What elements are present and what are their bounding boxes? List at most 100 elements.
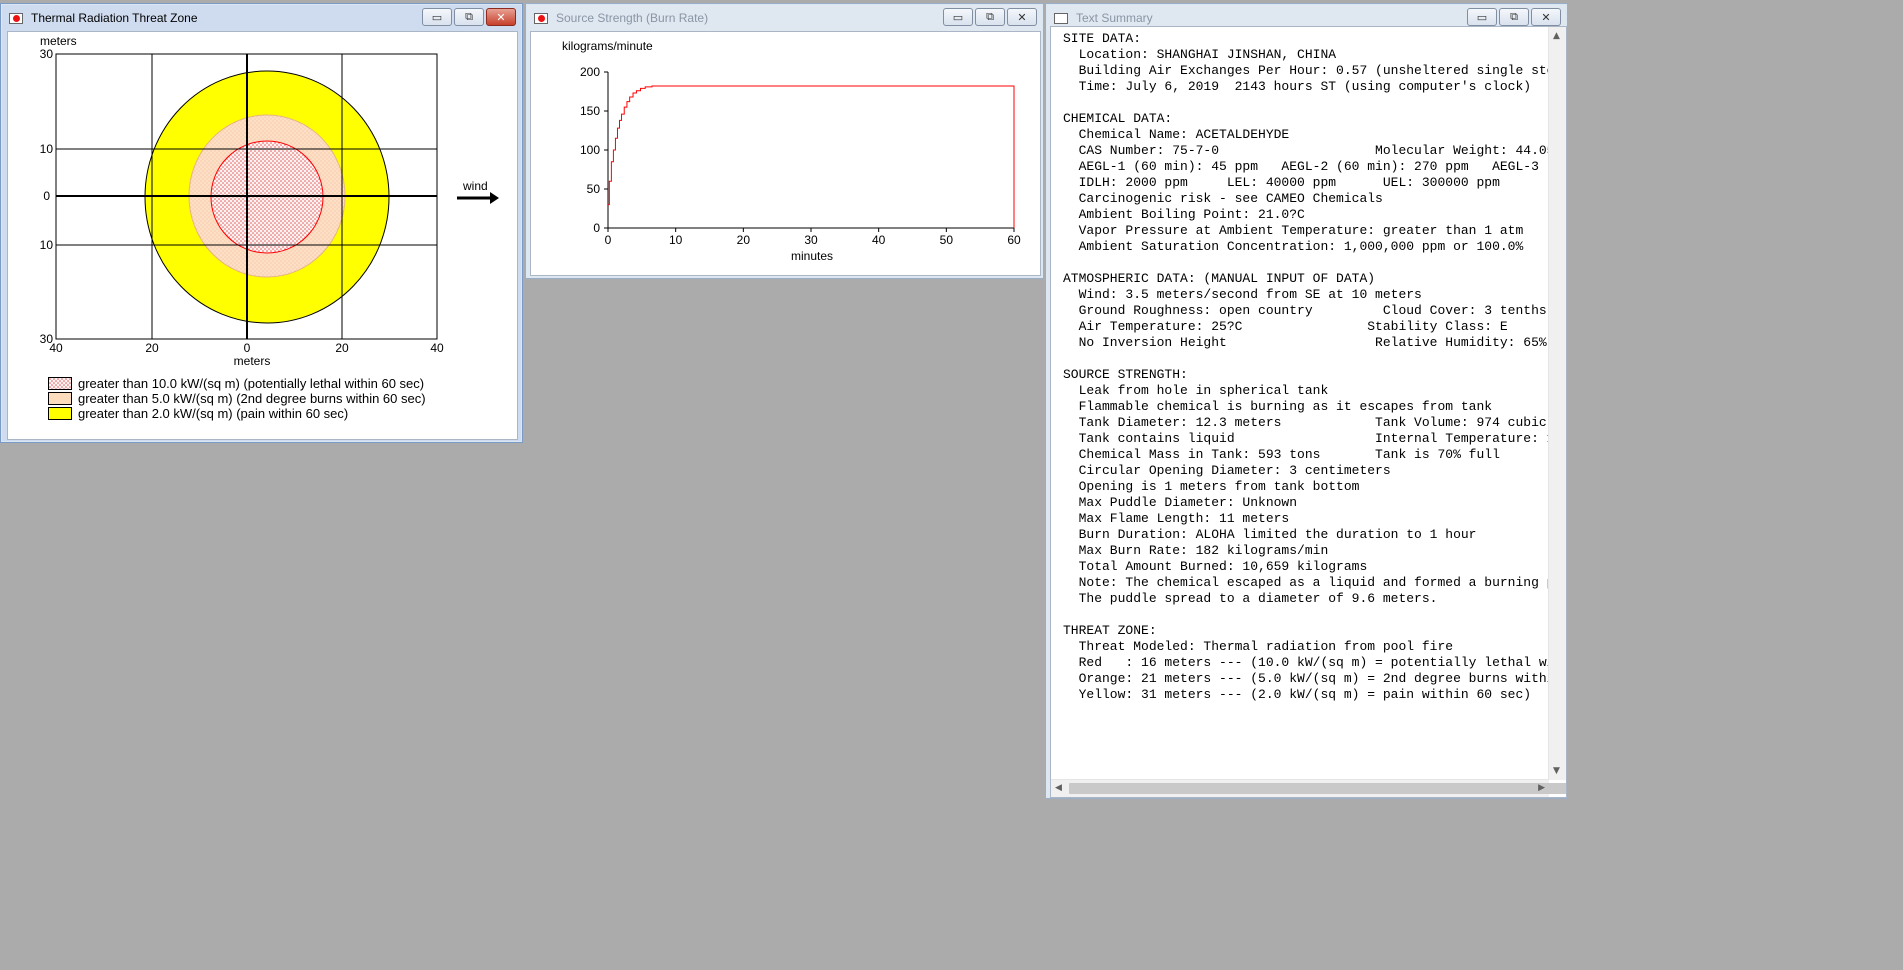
legend-item-yellow: greater than 2.0 kW/(sq m) (pain within … [48,406,348,421]
threat-zone-titlebar[interactable]: Thermal Radiation Threat Zone ▭ ⧉ ✕ [1,4,522,31]
y-axis-label: meters [40,34,77,48]
y-tick-label: 50 [587,182,601,196]
y-tick-label: 150 [580,104,600,118]
x-tick: 0 [244,341,251,355]
summary-line: Ambient Saturation Concentration: 1,000,… [1063,239,1524,254]
scroll-right-arrow-icon[interactable]: ▶ [1538,783,1545,793]
summary-line: Tank contains liquid Internal Temperatur… [1063,431,1567,446]
window-title: Source Strength (Burn Rate) [556,10,709,25]
summary-line: SOURCE STRENGTH: [1063,367,1188,382]
legend-label: greater than 10.0 kW/(sq m) (potentially… [78,376,425,391]
summary-line: Max Puddle Diameter: Unknown [1063,495,1298,510]
source-strength-titlebar[interactable]: Source Strength (Burn Rate) ▭ ⧉ ✕ [526,4,1043,31]
summary-line: Note: The chemical escaped as a liquid a… [1063,575,1567,590]
summary-line: Threat Modeled: Thermal radiation from p… [1063,639,1454,654]
x-tick-label: 40 [872,233,886,247]
summary-line: The puddle spread to a diameter of 9.6 m… [1063,591,1438,606]
summary-line: CAS Number: 75-7-0 Molecular Weight: 44.… [1063,143,1567,158]
summary-line: Orange: 21 meters --- (5.0 kW/(sq m) = 2… [1078,671,1563,686]
summary-line: Leak from hole in spherical tank [1063,383,1329,398]
x-tick-label: 50 [940,233,954,247]
close-button[interactable]: ✕ [1531,8,1561,26]
summary-line: Total Amount Burned: 10,659 kilograms [1063,559,1368,574]
x-tick-label: 30 [804,233,818,247]
summary-line: Chemical Name: ACETALDEHYDE [1063,127,1290,142]
threat-zone-client: meters 30 10 0 10 30 40 20 0 20 40 meter… [7,31,518,440]
x-axis-label: minutes [791,249,833,263]
x-tick: 40 [430,341,444,355]
threat-zone-window[interactable]: Thermal Radiation Threat Zone ▭ ⧉ ✕ mete… [0,3,523,443]
x-tick-label: 60 [1007,233,1021,247]
scroll-up-arrow-icon[interactable]: ▲ [1553,31,1560,41]
summary-text[interactable]: SITE DATA: Location: SHANGHAI JINSHAN, C… [1063,31,1567,703]
source-strength-client: kilograms/minute minutes 200 150 100 50 0 0 10… [530,31,1041,276]
summary-line: CHEMICAL DATA: [1063,111,1173,126]
text-window-icon [1054,11,1070,25]
horizontal-scrollbar[interactable]: ◀ ▶ [1051,779,1566,797]
x-tick-label: 0 [605,233,612,247]
legend-item-orange: greater than 5.0 kW/(sq m) (2nd degree b… [48,391,426,406]
y-tick: 30 [40,47,54,61]
summary-line: Carcinogenic risk - see CAMEO Chemicals [1063,191,1383,206]
close-button[interactable]: ✕ [486,8,516,26]
text-summary-client[interactable]: SITE DATA: Location: SHANGHAI JINSHAN, C… [1050,26,1567,798]
x-axis-label: meters [234,354,271,368]
scroll-down-arrow-icon[interactable]: ▼ [1553,766,1560,776]
minimize-button[interactable]: ▭ [1467,8,1497,26]
summary-line: Max Flame Length: 11 meters [1063,511,1290,526]
window-title: Thermal Radiation Threat Zone [31,10,198,25]
maximize-button[interactable]: ⧉ [1499,8,1529,26]
summary-line: Ground Roughness: open country Cloud Cov… [1063,303,1547,318]
summary-line [1063,351,1566,367]
y-tick: 10 [40,238,54,252]
summary-line: No Inversion Height Relative Humidity: 6… [1063,335,1547,350]
app-icon [9,11,25,25]
wind-label: wind [462,179,488,193]
summary-line [1063,607,1566,623]
summary-line: Yellow: 31 meters --- (2.0 kW/(sq m) = p… [1063,687,1532,702]
x-tick: 20 [335,341,349,355]
summary-line: IDLH: 2000 ppm LEL: 40000 ppm UEL: 30000… [1063,175,1500,190]
summary-line: Tank Diameter: 12.3 meters Tank Volume: … [1063,415,1567,430]
summary-line: Circular Opening Diameter: 3 centimeters [1063,463,1391,478]
summary-line [1063,255,1566,271]
summary-line: Max Burn Rate: 182 kilograms/min [1063,543,1329,558]
summary-line: Opening is 1 meters from tank bottom [1063,479,1360,494]
app-icon [534,11,550,25]
y-tick-label: 100 [580,143,600,157]
summary-line: ATMOSPHERIC DATA: (MANUAL INPUT OF DATA) [1063,271,1376,286]
summary-line: Chemical Mass in Tank: 593 tons Tank is … [1063,447,1500,462]
legend-label: greater than 5.0 kW/(sq m) (2nd degree b… [78,391,426,406]
y-tick: 10 [40,142,54,156]
x-tick-label: 20 [737,233,751,247]
burn-rate-chart: kilograms/minute minutes 200 150 100 50 00 10… [562,39,1021,263]
summary-line: Vapor Pressure at Ambient Temperature: g… [1063,223,1524,238]
summary-line: AEGL-1 (60 min): 45 ppm AEGL-2 (60 min):… [1078,159,1566,174]
yellow-swatch [48,407,72,420]
summary-line: Flammable chemical is burning as it esca… [1063,399,1493,414]
minimize-button[interactable]: ▭ [422,8,452,26]
summary-line: Air Temperature: 25?C Stability Class: E [1063,319,1508,334]
x-tick: 20 [145,341,159,355]
maximize-button[interactable]: ⧉ [454,8,484,26]
summary-line: Wind: 3.5 meters/second from SE at 10 me… [1063,287,1422,302]
vertical-scrollbar[interactable]: ▲ ▼ [1548,27,1566,780]
y-tick: 0 [43,189,50,203]
threat-zone-plot: meters 30 10 0 10 30 40 20 0 20 40 meter… [40,34,499,368]
summary-line: Burn Duration: ALOHA limited the duratio… [1063,527,1477,542]
scroll-left-arrow-icon[interactable]: ◀ [1055,783,1062,793]
y-axis-label: kilograms/minute [562,39,653,53]
minimize-button[interactable]: ▭ [943,8,973,26]
text-summary-window[interactable]: Text Summary ▭ ⧉ ✕ SITE DATA: Location: … [1045,3,1568,799]
maximize-button[interactable]: ⧉ [975,8,1005,26]
horizontal-scroll-thumb[interactable] [1069,783,1566,794]
summary-line: SITE DATA: [1063,31,1142,46]
summary-line: Time: July 6, 2019 2143 hours ST (using … [1063,79,1532,94]
close-button[interactable]: ✕ [1007,8,1037,26]
burn-rate-series-line [608,85,1015,228]
red-swatch [48,377,72,390]
summary-line: Red : 16 meters --- (10.0 kW/(sq m) = po… [1078,655,1566,670]
summary-line: Location: SHANGHAI JINSHAN, CHINA [1063,47,1337,62]
source-strength-window[interactable]: Source Strength (Burn Rate) ▭ ⧉ ✕ kilogr… [525,3,1044,279]
legend-label: greater than 2.0 kW/(sq m) (pain within … [78,406,349,421]
